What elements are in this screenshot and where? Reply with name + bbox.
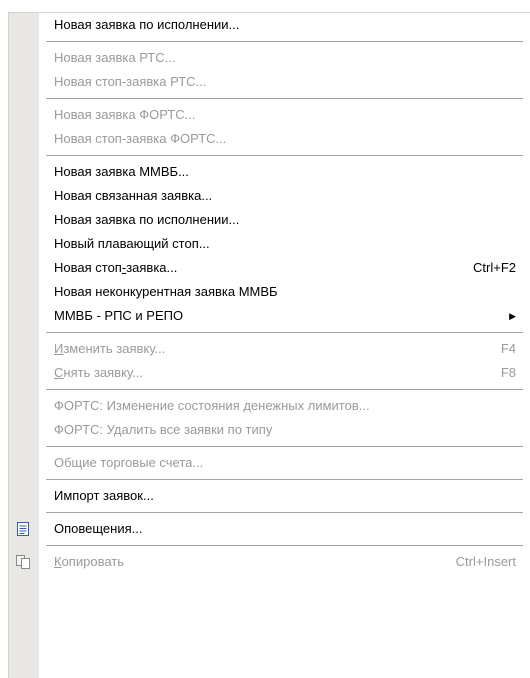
- menu-item-12[interactable]: Новая стоп-заявка... Ctrl+F2: [9, 256, 530, 280]
- menu-separator: [9, 541, 530, 550]
- menu-item-10[interactable]: Новая заявка по исполнении...: [9, 208, 530, 232]
- menu-separator: [9, 508, 530, 517]
- menu-item-19: ФОРТС: Изменение состояния денежных лими…: [9, 394, 530, 418]
- menu-separator: [9, 475, 530, 484]
- menu-item-20: ФОРТС: Удалить все заявки по типу: [9, 418, 530, 442]
- menu-item-22: Общие торговые счета...: [9, 451, 530, 475]
- menu-separator: [9, 151, 530, 160]
- menu-item-label: Новая заявка ФОРТС...: [54, 107, 196, 122]
- menu-item-label: ММВБ - РПС и РЕПО: [54, 308, 184, 323]
- menu-item-16: Изменить заявку... F4: [9, 337, 530, 361]
- menu-item-3: Новая стоп-заявка РТС...: [9, 70, 530, 94]
- context-menu: Новая заявка по исполнении... Новая заявк…: [8, 12, 530, 678]
- copy-icon: [15, 554, 31, 570]
- menu-item-shortcut: F8: [500, 365, 516, 380]
- menu-separator: [9, 442, 530, 451]
- menu-item-label: Новый плавающий стоп...: [54, 236, 210, 251]
- menu-item-24[interactable]: Импорт заявок...: [9, 484, 530, 508]
- menu-item-11[interactable]: Новый плавающий стоп...: [9, 232, 530, 256]
- menu-item-label: Новая заявка по исполнении...: [54, 212, 240, 227]
- menu-item-shortcut: Ctrl+Insert: [455, 554, 516, 569]
- menu-item-label: Общие торговые счета...: [54, 455, 204, 470]
- menu-item-14[interactable]: ММВБ - РПС и РЕПО ▶: [9, 304, 530, 328]
- menu-item-label: Изменить заявку...: [54, 341, 166, 356]
- menu-item-list: Новая заявка по исполнении... Новая заявк…: [9, 13, 530, 574]
- menu-separator: [9, 94, 530, 103]
- menu-item-6: Новая стоп-заявка ФОРТС...: [9, 127, 530, 151]
- menu-item-28: Копировать Ctrl+Insert: [9, 550, 530, 574]
- menu-separator: [9, 385, 530, 394]
- menu-item-label: ФОРТС: Удалить все заявки по типу: [54, 422, 273, 437]
- notes-icon: [15, 521, 31, 537]
- menu-item-9[interactable]: Новая связанная заявка...: [9, 184, 530, 208]
- menu-item-8[interactable]: Новая заявка ММВБ...: [9, 160, 530, 184]
- menu-item-5: Новая заявка ФОРТС...: [9, 103, 530, 127]
- menu-item-label: Новая заявка по исполнении...: [54, 17, 240, 32]
- submenu-arrow-icon: ▶: [509, 311, 516, 321]
- menu-item-label: Новая стоп-заявка...: [54, 260, 178, 275]
- menu-item-26[interactable]: Оповещения...: [9, 517, 530, 541]
- menu-item-17: Снять заявку... F8: [9, 361, 530, 385]
- menu-item-label: Оповещения...: [54, 521, 143, 536]
- menu-item-0[interactable]: Новая заявка по исполнении...: [9, 13, 530, 37]
- menu-item-label: ФОРТС: Изменение состояния денежных лими…: [54, 398, 370, 413]
- menu-item-shortcut: F4: [500, 341, 516, 356]
- menu-item-label: Снять заявку...: [54, 365, 143, 380]
- menu-item-label: Новая неконкурентная заявка ММВБ: [54, 284, 278, 299]
- menu-separator: [9, 37, 530, 46]
- menu-separator: [9, 328, 530, 337]
- menu-item-shortcut: Ctrl+F2: [473, 260, 516, 275]
- menu-item-label: Новая стоп-заявка ФОРТС...: [54, 131, 227, 146]
- menu-item-label: Новая заявка РТС...: [54, 50, 176, 65]
- menu-item-label: Новая стоп-заявка РТС...: [54, 74, 207, 89]
- menu-item-2: Новая заявка РТС...: [9, 46, 530, 70]
- menu-item-label: Импорт заявок...: [54, 488, 154, 503]
- menu-item-13[interactable]: Новая неконкурентная заявка ММВБ: [9, 280, 530, 304]
- menu-item-label: Новая заявка ММВБ...: [54, 164, 189, 179]
- menu-item-label: Новая связанная заявка...: [54, 188, 213, 203]
- menu-item-label: Копировать: [54, 554, 125, 569]
